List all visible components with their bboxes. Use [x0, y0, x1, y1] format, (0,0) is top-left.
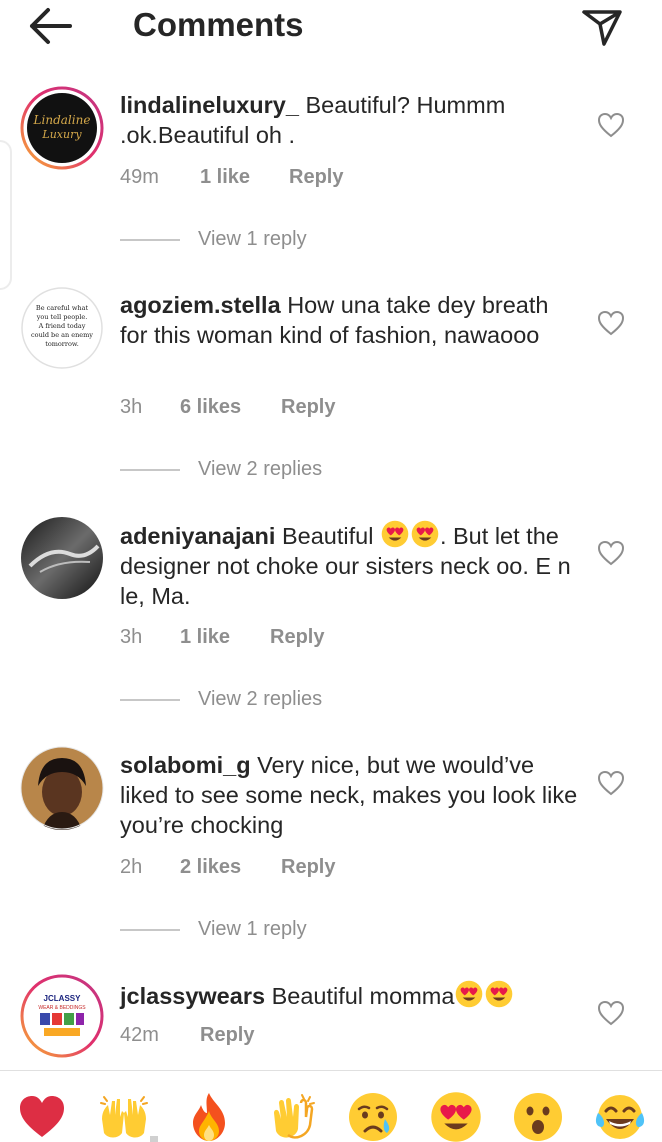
- like-button[interactable]: [596, 110, 626, 140]
- likes-count[interactable]: 1 like: [200, 162, 250, 192]
- heart-eyes-emoji-icon: [455, 980, 483, 1008]
- view-replies-label: View 1 reply: [198, 228, 307, 250]
- reply-button[interactable]: Reply: [270, 622, 324, 652]
- like-button[interactable]: [596, 538, 626, 568]
- back-button[interactable]: [26, 6, 76, 46]
- comment-username[interactable]: agoziem.stella: [120, 292, 281, 318]
- quick-emoji-bar: [0, 1070, 662, 1142]
- raising-hands-icon: [100, 1096, 148, 1138]
- paper-plane-icon: [582, 10, 622, 46]
- comment-time: 42m: [120, 1024, 159, 1046]
- reply-button[interactable]: Reply: [289, 162, 343, 192]
- avatar-text-1: Be careful what: [36, 304, 89, 312]
- tears-of-joy-face-icon: [595, 1095, 645, 1139]
- like-button[interactable]: [596, 308, 626, 338]
- surprised-face-emoji-button[interactable]: [512, 1091, 564, 1142]
- clapping-hands-icon: [274, 1094, 315, 1139]
- comment-text: solabomi_g Very nice, but we would’ve li…: [120, 750, 580, 840]
- avatar-text-2: WEAR & BEDDINGS: [38, 1005, 86, 1011]
- red-heart-emoji-button[interactable]: [16, 1091, 68, 1142]
- likes-count[interactable]: 2 likes: [180, 852, 241, 882]
- avatar-text-3: A friend today: [38, 322, 86, 330]
- surprised-face-icon: [514, 1093, 562, 1141]
- arrow-left-icon: [30, 8, 72, 44]
- likes-count[interactable]: 1 like: [180, 622, 230, 652]
- heart-eyes-emoji-icon: [485, 980, 513, 1008]
- view-replies-label: View 1 reply: [198, 918, 307, 940]
- avatar-text-5: tomorrow.: [45, 340, 79, 348]
- red-heart-icon: [20, 1096, 64, 1137]
- avatar-text-2: Luxury: [41, 128, 82, 141]
- heart-outline-icon: [597, 540, 625, 566]
- heart-outline-icon: [597, 1000, 625, 1026]
- avatar[interactable]: Lindaline Luxury: [20, 86, 104, 170]
- avatar[interactable]: Be careful what you tell people. A frien…: [20, 286, 104, 370]
- comment-text: agoziem.stella How una take dey breath f…: [120, 290, 580, 350]
- scroll-indicator: [150, 1136, 158, 1142]
- likes-count[interactable]: 6 likes: [180, 392, 241, 422]
- heart-outline-icon: [597, 112, 625, 138]
- avatar[interactable]: [20, 516, 104, 600]
- comment-time: 3h: [120, 396, 143, 418]
- avatar[interactable]: [20, 746, 104, 830]
- comment-text: lindalineluxury_ Beautiful? Hummm .ok.Be…: [120, 90, 580, 150]
- comment-message-start: Beautiful: [281, 523, 374, 549]
- comment-time: 3h: [120, 626, 143, 648]
- replies-divider: [120, 929, 180, 931]
- replies-divider: [120, 469, 180, 471]
- comment-username[interactable]: solabomi_g: [120, 752, 251, 778]
- comment-message: Beautiful momma: [271, 983, 455, 1009]
- avatar-text-4: could be an enemy: [31, 331, 93, 339]
- side-panel-edge: [0, 140, 12, 290]
- reply-button[interactable]: Reply: [200, 1020, 254, 1050]
- heart-eyes-emoji-button[interactable]: [430, 1091, 482, 1142]
- avatar-text-1: Lindaline: [33, 113, 91, 127]
- reply-button[interactable]: Reply: [281, 392, 335, 422]
- heart-eyes-face-icon: [430, 1091, 482, 1142]
- share-button[interactable]: [578, 4, 626, 48]
- clapping-hands-emoji-button[interactable]: [266, 1091, 318, 1142]
- avatar-text-1: JCLASSY: [44, 994, 82, 1003]
- comment-text: adeniyanajani Beautiful . But let the de…: [120, 520, 580, 611]
- comment-username[interactable]: lindalineluxury_: [120, 92, 299, 118]
- crying-face-emoji-button[interactable]: [347, 1091, 399, 1142]
- heart-eyes-emoji-icon: [411, 520, 439, 548]
- page-title: Comments: [133, 6, 304, 43]
- raising-hands-emoji-button[interactable]: [98, 1091, 150, 1142]
- fire-icon: [193, 1093, 225, 1141]
- comment-text: jclassywears Beautiful momma: [120, 980, 580, 1011]
- avatar-text-2: you tell people.: [36, 313, 88, 321]
- heart-outline-icon: [597, 310, 625, 336]
- reply-button[interactable]: Reply: [281, 852, 335, 882]
- heart-outline-icon: [597, 770, 625, 796]
- like-button[interactable]: [596, 998, 626, 1028]
- fire-emoji-button[interactable]: [183, 1091, 235, 1142]
- replies-divider: [120, 239, 180, 241]
- like-button[interactable]: [596, 768, 626, 798]
- view-replies-label: View 2 replies: [198, 458, 323, 480]
- replies-divider: [120, 699, 180, 701]
- heart-eyes-emoji-icon: [381, 520, 409, 548]
- comment-username[interactable]: jclassywears: [120, 983, 265, 1009]
- tears-of-joy-emoji-button[interactable]: [594, 1091, 646, 1142]
- header-bar: Comments: [0, 0, 662, 52]
- crying-face-icon: [349, 1093, 397, 1141]
- avatar[interactable]: JCLASSY WEAR & BEDDINGS: [20, 974, 104, 1058]
- view-replies-label: View 2 replies: [198, 688, 323, 710]
- comment-time: 2h: [120, 856, 143, 878]
- comment-username[interactable]: adeniyanajani: [120, 523, 275, 549]
- comment-time: 49m: [120, 166, 159, 188]
